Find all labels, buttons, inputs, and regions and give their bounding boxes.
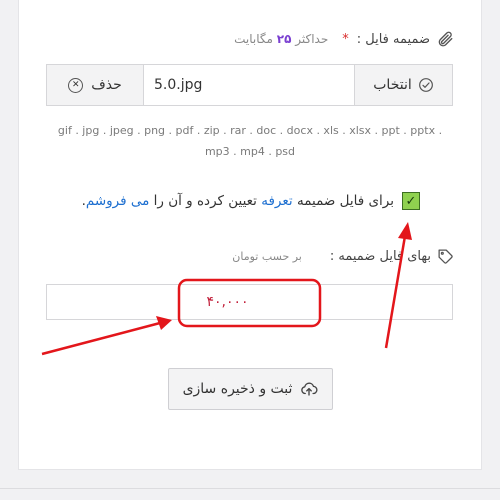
divider bbox=[0, 488, 500, 489]
price-label-row: بهای فایل ضمیمه : بر حسب تومان bbox=[232, 248, 454, 265]
tariff-checkbox-text: برای فایل ضمیمه تعرفه تعیین کرده و آن را… bbox=[82, 193, 394, 209]
check-circle-icon bbox=[418, 77, 434, 93]
file-input-group: ✕ حذف 5.0.jpg انتخاب bbox=[46, 64, 453, 106]
tariff-link[interactable]: تعرفه bbox=[261, 193, 292, 209]
tariff-checkbox-row: ✓ برای فایل ضمیمه تعرفه تعیین کرده و آن … bbox=[82, 192, 420, 210]
price-input[interactable]: ۴۰,۰۰۰ bbox=[46, 284, 453, 320]
max-size-number: ۲۵ bbox=[276, 32, 292, 46]
tariff-text-before: برای فایل ضمیمه bbox=[296, 193, 394, 209]
tariff-checkbox[interactable]: ✓ bbox=[402, 192, 420, 210]
file-name-field[interactable]: 5.0.jpg bbox=[144, 65, 354, 105]
price-label: بهای فایل ضمیمه : bbox=[329, 249, 431, 264]
paperclip-icon bbox=[436, 30, 454, 48]
max-size-unit: مگابایت bbox=[234, 32, 273, 46]
attachment-label: ضمیمه فایل : bbox=[356, 31, 430, 47]
save-button[interactable]: ثبت و ذخیره سازی bbox=[168, 368, 333, 410]
delete-file-label: حذف bbox=[91, 77, 122, 93]
select-file-button[interactable]: انتخاب bbox=[354, 65, 452, 105]
attachment-label-row: ضمیمه فایل : * حداکثر ۲۵ مگابایت bbox=[234, 30, 454, 48]
cloud-upload-icon bbox=[300, 380, 318, 398]
close-circle-icon: ✕ bbox=[68, 77, 84, 93]
max-size-hint: حداکثر ۲۵ مگابایت bbox=[234, 32, 328, 46]
select-file-label: انتخاب bbox=[373, 77, 412, 93]
sell-link[interactable]: می فروشم bbox=[86, 193, 150, 209]
price-tag-icon bbox=[437, 248, 454, 265]
price-unit-hint: بر حسب تومان bbox=[232, 250, 302, 263]
delete-file-button[interactable]: ✕ حذف bbox=[47, 65, 144, 105]
checkmark-icon: ✓ bbox=[405, 193, 417, 209]
price-value: ۴۰,۰۰۰ bbox=[206, 294, 249, 310]
max-size-prefix: حداکثر bbox=[295, 32, 329, 46]
tariff-text-middle: تعیین کرده و آن را bbox=[153, 193, 257, 209]
save-button-label: ثبت و ذخیره سازی bbox=[182, 381, 293, 397]
allowed-formats-text: gif . jpg . jpeg . png . pdf . zip . rar… bbox=[57, 124, 443, 158]
required-mark: * bbox=[342, 31, 349, 47]
